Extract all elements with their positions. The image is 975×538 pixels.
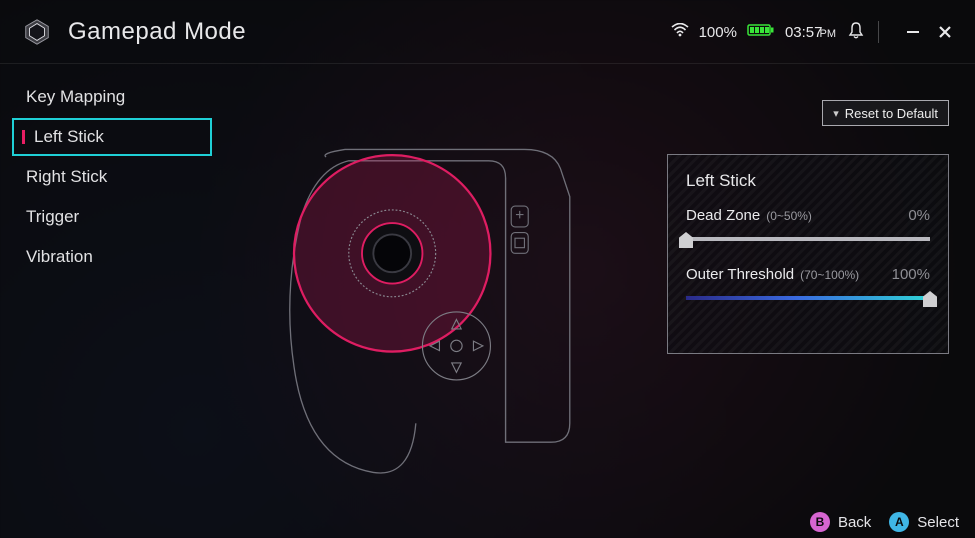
button-a-icon: A — [889, 512, 909, 532]
deadzone-range-hint: (0~50%) — [766, 209, 812, 223]
slider-track — [686, 296, 930, 300]
header-divider — [0, 63, 975, 64]
wifi-icon — [671, 23, 689, 41]
outer-threshold-value: 100% — [892, 266, 930, 283]
button-b-icon: B — [810, 512, 830, 532]
footer-hints: B Back A Select — [810, 512, 959, 532]
clock-time-value: 03:57 — [785, 24, 823, 41]
sidebar-item-label: Left Stick — [34, 127, 104, 147]
clock-time: 03:57PM — [785, 24, 836, 41]
hint-back: B Back — [810, 512, 871, 532]
chevron-left-icon: ▾ — [833, 107, 839, 120]
hint-select: A Select — [889, 512, 959, 532]
outer-threshold-range-hint: (70~100%) — [800, 268, 859, 282]
close-button[interactable] — [937, 24, 953, 40]
sidebar-item-label: Vibration — [26, 247, 93, 267]
sidebar-item-key-mapping[interactable]: Key Mapping — [12, 78, 212, 116]
settings-panel: Left Stick Dead Zone (0~50%) 0% Outer Th… — [667, 154, 949, 354]
sidebar-item-trigger[interactable]: Trigger — [12, 198, 212, 236]
hint-back-label: Back — [838, 514, 871, 531]
battery-icon — [747, 23, 775, 41]
deadzone-slider[interactable] — [686, 230, 930, 248]
reset-to-default-button[interactable]: ▾ Reset to Default — [822, 100, 949, 126]
deadzone-row: Dead Zone (0~50%) 0% — [686, 207, 930, 248]
clock-time-suffix: PM — [820, 28, 837, 40]
controller-illustration — [260, 140, 600, 480]
sidebar: Key Mapping Left Stick Right Stick Trigg… — [12, 78, 212, 276]
sidebar-item-right-stick[interactable]: Right Stick — [12, 158, 212, 196]
header: Gamepad Mode 100% 03:57PM — [0, 0, 975, 64]
deadzone-value: 0% — [908, 207, 930, 224]
outer-threshold-label: Outer Threshold — [686, 266, 794, 283]
slider-track — [686, 237, 930, 241]
outer-threshold-slider[interactable] — [686, 289, 930, 307]
sidebar-item-label: Right Stick — [26, 167, 107, 187]
sidebar-item-left-stick[interactable]: Left Stick — [12, 118, 212, 156]
sidebar-item-label: Trigger — [26, 207, 79, 227]
sidebar-item-label: Key Mapping — [26, 87, 125, 107]
minimize-button[interactable] — [905, 24, 921, 40]
hint-select-label: Select — [917, 514, 959, 531]
status-bar: 100% 03:57PM — [671, 20, 953, 44]
outer-threshold-row: Outer Threshold (70~100%) 100% — [686, 266, 930, 307]
reset-button-label: Reset to Default — [845, 106, 938, 121]
slider-thumb[interactable] — [923, 291, 937, 307]
slider-thumb[interactable] — [679, 232, 693, 248]
battery-percent: 100% — [699, 24, 737, 41]
notification-icon[interactable] — [846, 20, 866, 44]
status-divider — [878, 21, 879, 43]
sidebar-item-vibration[interactable]: Vibration — [12, 238, 212, 276]
page-title: Gamepad Mode — [68, 18, 246, 46]
panel-title: Left Stick — [686, 171, 930, 191]
app-logo-icon — [22, 17, 52, 47]
deadzone-label: Dead Zone — [686, 207, 760, 224]
